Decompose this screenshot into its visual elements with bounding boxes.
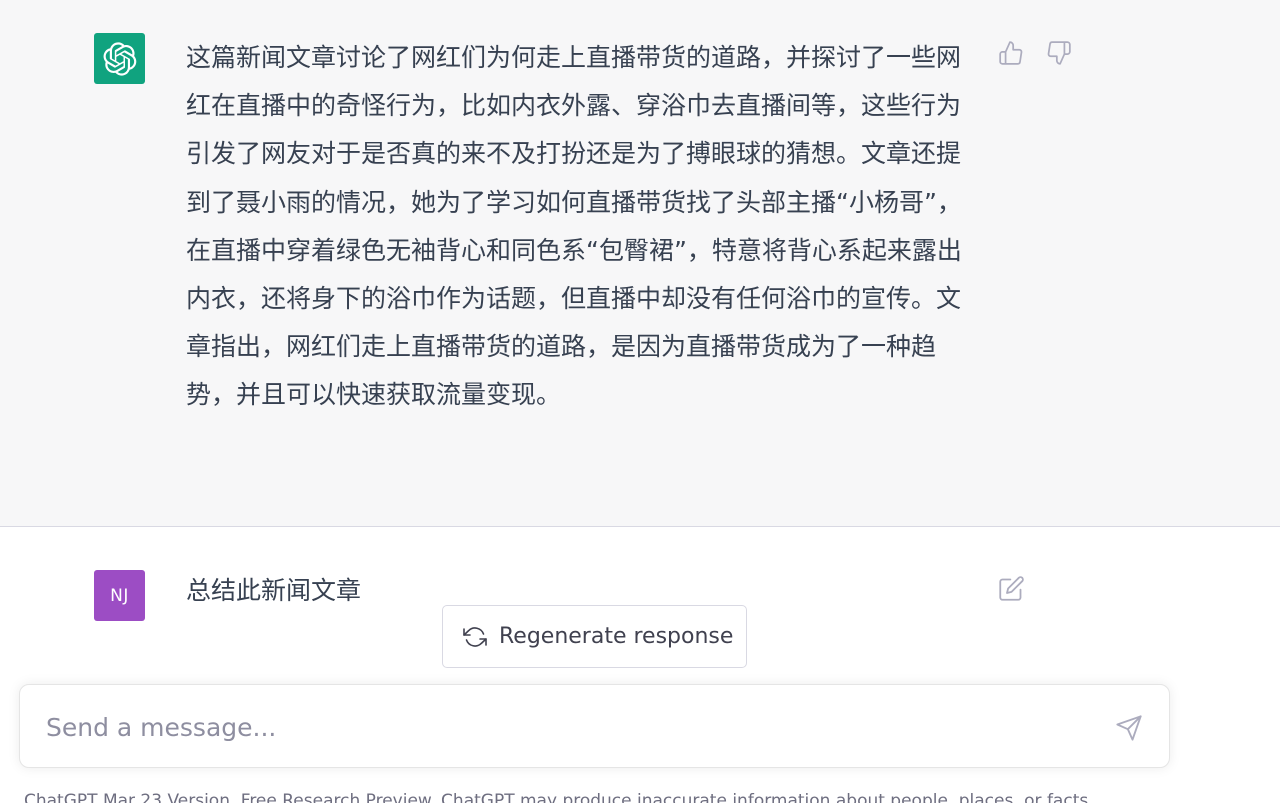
assistant-avatar bbox=[94, 33, 145, 84]
user-message-text: 总结此新闻文章 bbox=[186, 576, 362, 605]
message-input[interactable] bbox=[46, 705, 1106, 749]
thumbs-down-icon bbox=[1047, 41, 1071, 65]
thumbs-up-button[interactable] bbox=[996, 38, 1026, 68]
user-avatar: NJ bbox=[94, 570, 145, 621]
regenerate-response-button[interactable]: Regenerate response bbox=[442, 605, 747, 668]
thumbs-up-icon bbox=[999, 41, 1023, 65]
assistant-message: 这篇新闻文章讨论了网红们为何走上直播带货的道路，并探讨了一些网红在直播中的奇怪行… bbox=[0, 0, 1280, 527]
assistant-message-text: 这篇新闻文章讨论了网红们为何走上直播带货的道路，并探讨了一些网红在直播中的奇怪行… bbox=[186, 43, 962, 410]
footer-disclaimer: ChatGPT Mar 23 Version. Free Research Pr… bbox=[24, 791, 1094, 803]
send-icon bbox=[1116, 715, 1142, 741]
openai-logo-icon bbox=[103, 41, 136, 76]
regenerate-label: Regenerate response bbox=[499, 624, 734, 649]
send-button[interactable] bbox=[1112, 711, 1146, 745]
edit-icon bbox=[998, 575, 1024, 601]
refresh-icon bbox=[463, 625, 487, 649]
edit-message-button[interactable] bbox=[996, 573, 1026, 603]
thumbs-down-button[interactable] bbox=[1044, 38, 1074, 68]
message-composer bbox=[19, 684, 1170, 768]
chat-page: 这篇新闻文章讨论了网红们为何走上直播带货的道路，并探讨了一些网红在直播中的奇怪行… bbox=[0, 0, 1280, 803]
